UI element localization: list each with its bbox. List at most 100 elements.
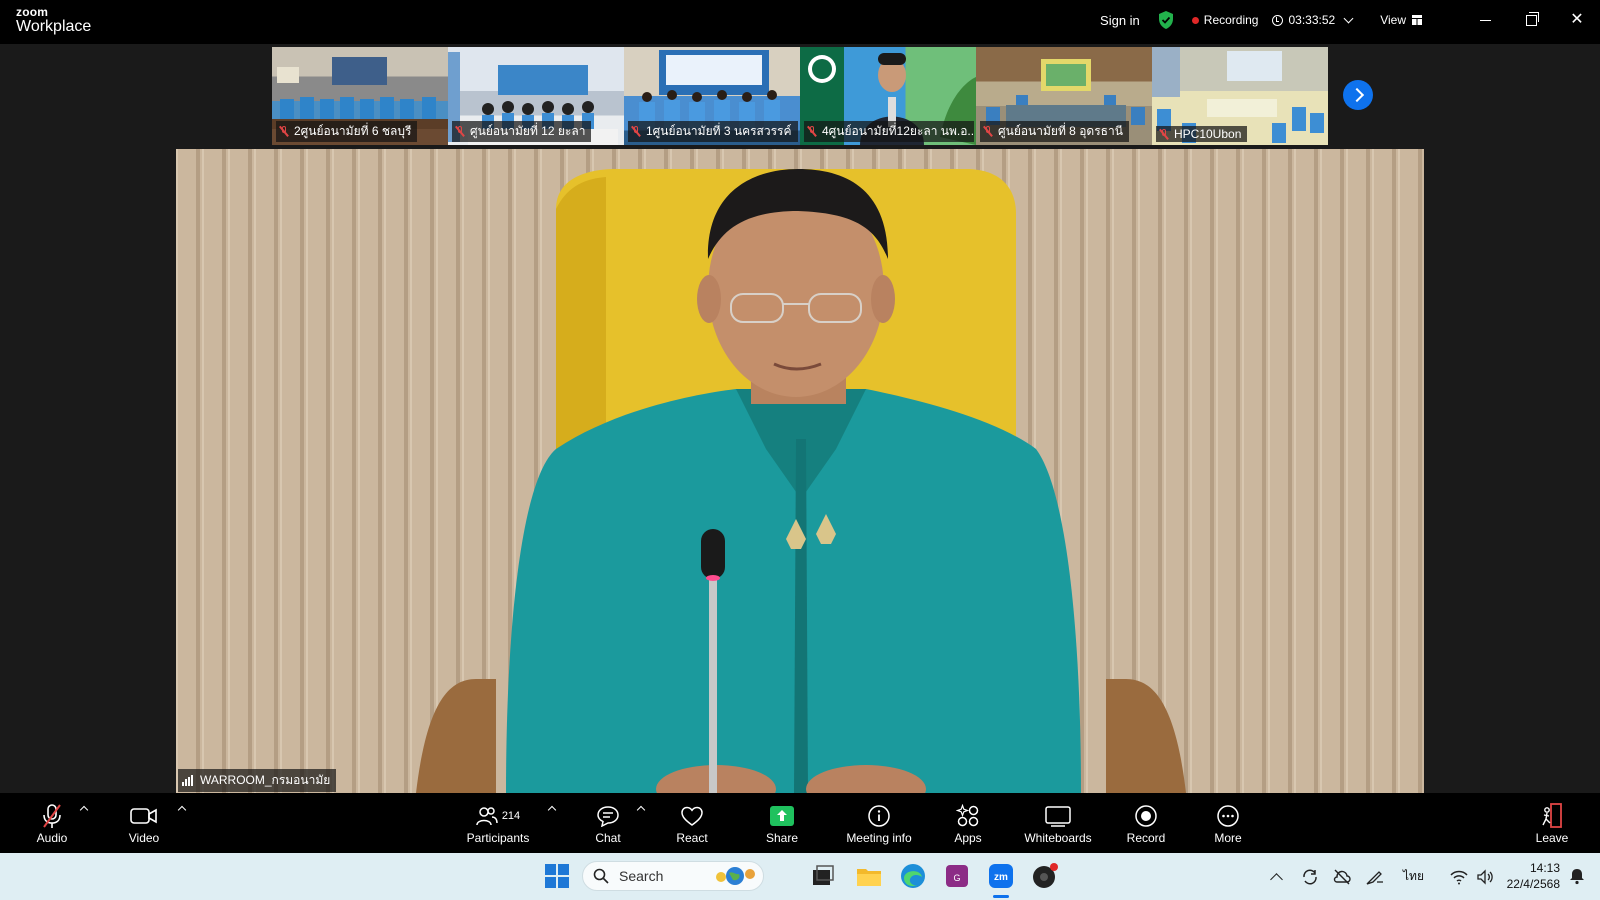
edge-browser-icon[interactable] bbox=[900, 863, 926, 889]
close-button[interactable]: ✕ bbox=[1554, 0, 1600, 40]
participants-options-caret-icon[interactable] bbox=[547, 805, 557, 815]
app-logo: zoom Workplace bbox=[16, 6, 91, 35]
wifi-icon[interactable] bbox=[1450, 869, 1468, 885]
video-options-caret-icon[interactable] bbox=[177, 805, 187, 815]
obs-recorder-icon[interactable] bbox=[1032, 863, 1058, 889]
task-view-icon[interactable] bbox=[810, 863, 836, 889]
language-indicator[interactable]: ไทย bbox=[1403, 867, 1424, 886]
taskbar-search[interactable]: Search bbox=[582, 861, 764, 891]
main-video[interactable]: WARROOM_กรมอนามัย bbox=[176, 149, 1424, 793]
video-label: Video bbox=[128, 831, 160, 845]
info-icon bbox=[867, 801, 891, 831]
title-bar: zoom Workplace Sign in Recording 03:33:5… bbox=[0, 0, 1600, 44]
brand-small: zoom bbox=[16, 5, 49, 19]
location-pen-icon[interactable] bbox=[1365, 868, 1385, 886]
shield-check-icon[interactable] bbox=[1158, 11, 1174, 29]
mic-muted-icon bbox=[984, 126, 992, 137]
participant-thumbnail[interactable]: ศูนย์อนามัยที่ 12 ยะลา bbox=[448, 47, 624, 145]
mic-muted-icon bbox=[808, 126, 816, 137]
chat-options-caret-icon[interactable] bbox=[636, 805, 646, 815]
cloud-offline-icon[interactable] bbox=[1333, 868, 1351, 886]
share-label: Share bbox=[765, 831, 799, 845]
participants-icon-wrap: 214 bbox=[476, 801, 520, 831]
participant-thumbnail[interactable]: 2ศูนย์อนามัยที่ 6 ชลบุรี bbox=[272, 47, 448, 145]
chevron-down-icon bbox=[1343, 13, 1354, 23]
participant-thumbnail[interactable]: HPC10Ubon bbox=[1152, 47, 1328, 145]
mic-muted-icon bbox=[280, 126, 288, 137]
more-icon bbox=[1216, 801, 1240, 831]
view-button[interactable]: View bbox=[1380, 13, 1422, 27]
participant-thumbnail[interactable]: 1ศูนย์อนามัยที่ 3 นครสวรรค์ bbox=[624, 47, 800, 145]
meeting-timer[interactable]: 03:33:52 bbox=[1272, 13, 1354, 27]
record-label: Record bbox=[1126, 831, 1166, 845]
meeting-toolbar: Audio Video 214 Participants Chat React … bbox=[0, 793, 1600, 853]
share-button[interactable]: Share bbox=[758, 793, 806, 853]
thumbnail-name: 2ศูนย์อนามัยที่ 6 ชลบุรี bbox=[294, 124, 412, 138]
search-placeholder: Search bbox=[619, 868, 664, 884]
taskbar-date: 22/4/2568 bbox=[1506, 877, 1560, 891]
restore-button[interactable] bbox=[1508, 0, 1554, 40]
grid-icon bbox=[1412, 15, 1422, 25]
thumbnail-name-tag: 1ศูนย์อนามัยที่ 3 นครสวรรค์ bbox=[628, 121, 798, 142]
leave-button[interactable]: Leave bbox=[1528, 793, 1576, 853]
react-button[interactable]: React bbox=[668, 793, 716, 853]
taskbar-time: 14:13 bbox=[1529, 861, 1560, 875]
thumbnail-name-tag: ศูนย์อนามัยที่ 8 อุดรธานี bbox=[980, 121, 1129, 142]
windows-start-icon[interactable] bbox=[544, 863, 570, 889]
sign-in-link[interactable]: Sign in bbox=[1100, 13, 1140, 28]
thumbnail-strip: 2ศูนย์อนามัยที่ 6 ชลบุรี ศูนย์อนามัยที่ … bbox=[272, 47, 1328, 145]
thumbnail-name: 4ศูนย์อนามัยที่12ยะลา นพ.อ... bbox=[822, 124, 974, 138]
minimize-icon bbox=[1479, 19, 1491, 21]
brand-large: Workplace bbox=[16, 18, 92, 35]
record-button[interactable]: Record bbox=[1122, 793, 1170, 853]
recording-label: Recording bbox=[1203, 13, 1259, 27]
mic-muted-icon bbox=[1160, 128, 1168, 140]
windows-taskbar: Search G zm ไทย 14:13 22/4/2568 bbox=[0, 853, 1600, 900]
speaker-name-tag: WARROOM_กรมอนามัย bbox=[178, 769, 337, 792]
thumbnail-name-tag: HPC10Ubon bbox=[1156, 126, 1248, 142]
participants-icon bbox=[476, 807, 498, 826]
search-highlight-globe-icon bbox=[716, 867, 755, 885]
participant-thumbnail[interactable]: 4ศูนย์อนามัยที่12ยะลา นพ.อ... bbox=[800, 47, 976, 145]
chat-label: Chat bbox=[595, 831, 621, 845]
view-label: View bbox=[1380, 13, 1406, 27]
video-button[interactable]: Video bbox=[120, 793, 168, 853]
thumbnail-name-tag: ศูนย์อนามัยที่ 12 ยะลา bbox=[452, 121, 592, 142]
recording-indicator[interactable]: Recording bbox=[1191, 13, 1259, 27]
apps-label: Apps bbox=[954, 831, 982, 845]
whiteboards-button[interactable]: Whiteboards bbox=[1022, 793, 1094, 853]
thumbnail-name: 1ศูนย์อนามัยที่ 3 นครสวรรค์ bbox=[646, 124, 792, 138]
participants-button[interactable]: 214 Participants bbox=[462, 793, 534, 853]
active-app-indicator bbox=[993, 895, 1009, 898]
participant-thumbnail[interactable]: ศูนย์อนามัยที่ 8 อุดรธานี bbox=[976, 47, 1152, 145]
show-hidden-icons-chevron-icon[interactable] bbox=[1270, 873, 1283, 886]
participants-label: Participants bbox=[466, 831, 530, 845]
mic-muted-icon bbox=[456, 126, 464, 137]
svg-text:zm: zm bbox=[994, 872, 1008, 883]
file-explorer-icon[interactable] bbox=[856, 863, 882, 889]
elapsed-time: 03:33:52 bbox=[1288, 13, 1336, 27]
audio-button[interactable]: Audio bbox=[28, 793, 76, 853]
speaker-name: WARROOM_กรมอนามัย bbox=[200, 773, 331, 787]
video-camera-icon bbox=[130, 801, 158, 831]
audio-options-caret-icon[interactable] bbox=[79, 805, 89, 815]
next-page-button[interactable] bbox=[1343, 80, 1373, 110]
minimize-button[interactable] bbox=[1462, 0, 1508, 40]
pdf-app-icon[interactable]: G bbox=[944, 863, 970, 889]
leave-label: Leave bbox=[1535, 831, 1569, 845]
more-button[interactable]: More bbox=[1204, 793, 1252, 853]
volume-icon[interactable] bbox=[1476, 868, 1494, 885]
react-label: React bbox=[676, 831, 708, 845]
sync-icon[interactable] bbox=[1301, 868, 1319, 886]
leave-door-icon bbox=[1540, 801, 1564, 831]
whiteboard-icon bbox=[1045, 801, 1071, 831]
participant-count: 214 bbox=[501, 810, 521, 822]
meeting-info-button[interactable]: Meeting info bbox=[843, 793, 915, 853]
notifications-bell-icon[interactable] bbox=[1568, 867, 1586, 885]
apps-button[interactable]: Apps bbox=[944, 793, 992, 853]
thumbnail-name: ศูนย์อนามัยที่ 8 อุดรธานี bbox=[998, 124, 1123, 138]
zoom-app-icon[interactable]: zm bbox=[988, 863, 1014, 889]
record-icon bbox=[1134, 801, 1158, 831]
taskbar-clock[interactable]: 14:13 22/4/2568 bbox=[1496, 860, 1560, 892]
chat-button[interactable]: Chat bbox=[584, 793, 632, 853]
